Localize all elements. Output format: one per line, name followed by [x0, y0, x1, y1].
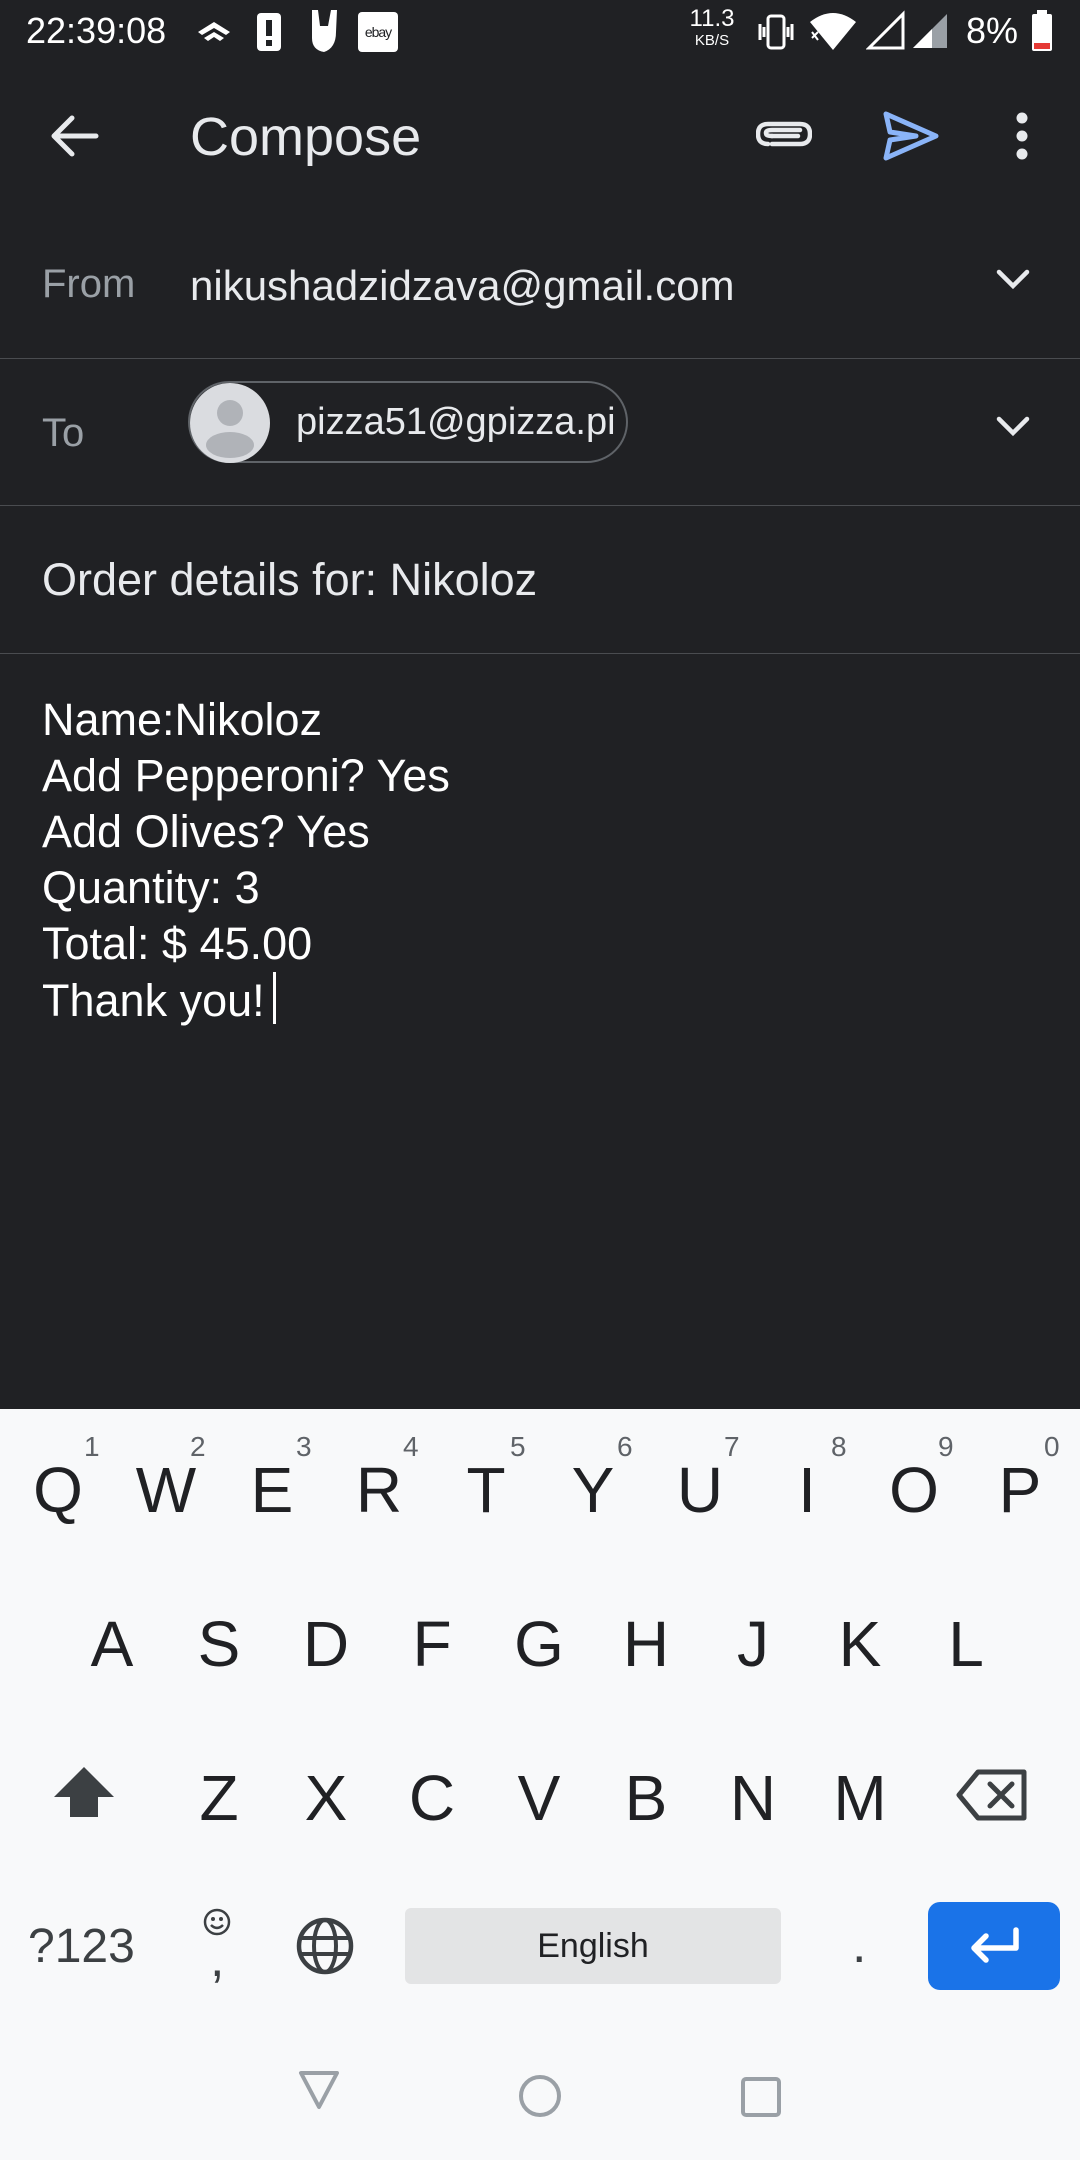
key-d[interactable]: D: [278, 1607, 374, 1681]
enter-icon: [966, 1926, 1022, 1971]
key-t[interactable]: T: [438, 1453, 534, 1527]
signal-icon: [865, 10, 906, 55]
subject-field[interactable]: Order details for: Nikoloz: [42, 554, 537, 606]
attach-icon[interactable]: [755, 114, 813, 163]
globe-icon[interactable]: [296, 1917, 354, 1980]
recipient-chip-label: pizza51@gpizza.pi: [296, 401, 616, 443]
comma-key[interactable]: ,: [210, 1929, 224, 1989]
battery-percent: 8%: [966, 10, 1019, 51]
vibrate-icon: [756, 12, 796, 57]
net-speed-value: 11.3: [689, 5, 735, 32]
net-speed-unit: KB/S: [694, 32, 730, 49]
key-n[interactable]: N: [705, 1761, 801, 1835]
key-g[interactable]: G: [491, 1607, 587, 1681]
space-bar[interactable]: English: [405, 1908, 781, 1984]
enter-button[interactable]: [928, 1902, 1060, 1990]
key-z[interactable]: Z: [171, 1761, 267, 1835]
to-row[interactable]: To pizza51@gpizza.pi: [0, 359, 1080, 506]
key-j[interactable]: J: [705, 1607, 801, 1681]
rock-hand-icon: [306, 8, 344, 59]
body-line: Add Olives? Yes: [42, 806, 370, 857]
navigation-bar: [0, 2040, 1080, 2160]
key-m[interactable]: M: [812, 1761, 908, 1835]
key-v[interactable]: V: [491, 1761, 587, 1835]
key-l[interactable]: L: [918, 1607, 1014, 1681]
from-label: From: [42, 262, 136, 306]
subject-row[interactable]: Order details for: Nikoloz: [0, 506, 1080, 654]
backspace-icon[interactable]: [956, 1769, 1028, 1826]
nav-recents-icon[interactable]: [740, 2076, 782, 2123]
key-hint: 7: [724, 1431, 740, 1462]
key-r[interactable]: R: [331, 1453, 427, 1527]
key-c[interactable]: C: [384, 1761, 480, 1835]
ebay-icon-label: ebay: [364, 24, 392, 40]
clock: 22:39:08: [26, 10, 167, 51]
wifi-icon: [808, 12, 858, 57]
chevron-down-icon[interactable]: [996, 268, 1030, 295]
body-line: Add Pepperoni? Yes: [42, 750, 450, 801]
status-bar: 22:39:08 ebay 11.3 KB/S 8%: [0, 0, 1080, 66]
nav-back-icon[interactable]: [298, 2070, 340, 2115]
key-hint: 5: [510, 1431, 526, 1462]
key-hint: 0: [1044, 1431, 1060, 1462]
chevron-down-icon[interactable]: [996, 415, 1030, 442]
message-body[interactable]: Name:Nikoloz Add Pepperoni? Yes Add Oliv…: [42, 692, 450, 1029]
key-w[interactable]: W: [118, 1453, 214, 1527]
key-hint: 9: [938, 1431, 954, 1462]
compose-toolbar: Compose: [0, 66, 1080, 206]
key-p[interactable]: P: [972, 1453, 1068, 1527]
send-icon[interactable]: [882, 110, 940, 167]
key-q[interactable]: Q: [10, 1453, 106, 1527]
key-y[interactable]: Y: [545, 1453, 641, 1527]
to-label: To: [42, 411, 85, 455]
recipient-chip[interactable]: pizza51@gpizza.pi: [188, 381, 628, 463]
space-bar-label: English: [537, 1927, 649, 1965]
key-x[interactable]: X: [278, 1761, 374, 1835]
from-field[interactable]: nikushadzidzava@gmail.com: [190, 262, 735, 310]
body-line: Name:Nikoloz: [42, 694, 323, 745]
key-h[interactable]: H: [598, 1607, 694, 1681]
body-line-text: Thank you!: [42, 975, 265, 1026]
symbols-key[interactable]: ?123: [28, 1919, 135, 1974]
key-hint: 1: [84, 1431, 100, 1462]
key-s[interactable]: S: [171, 1607, 267, 1681]
key-k[interactable]: K: [812, 1607, 908, 1681]
nav-home-icon[interactable]: [518, 2074, 562, 2123]
body-line: Total: $ 45.00: [42, 918, 313, 969]
key-hint: 6: [617, 1431, 633, 1462]
key-b[interactable]: B: [598, 1761, 694, 1835]
key-hint: 8: [831, 1431, 847, 1462]
net-speed: 11.3 KB/S: [686, 6, 738, 50]
battery-icon: [1030, 10, 1054, 57]
key-hint: 3: [296, 1431, 312, 1462]
more-vert-icon[interactable]: [1012, 112, 1032, 165]
key-hint: 2: [190, 1431, 206, 1462]
key-f[interactable]: F: [384, 1607, 480, 1681]
signal-icon-2: [910, 10, 950, 55]
key-u[interactable]: U: [652, 1453, 748, 1527]
back-arrow-icon[interactable]: [48, 112, 100, 165]
avatar-icon: [190, 383, 270, 463]
text-cursor: [272, 972, 276, 1024]
key-hint: 4: [403, 1431, 419, 1462]
period-key[interactable]: .: [852, 1915, 866, 1975]
body-line: Quantity: 3: [42, 862, 260, 913]
wifi-direct-icon: [196, 18, 232, 53]
from-row[interactable]: From nikushadzidzava@gmail.com: [0, 210, 1080, 359]
alert-icon: [256, 12, 282, 57]
page-title: Compose: [190, 107, 422, 167]
body-line-last: Thank you!: [42, 972, 450, 1029]
ebay-icon: ebay: [358, 12, 398, 52]
key-o[interactable]: O: [866, 1453, 962, 1527]
key-e[interactable]: E: [224, 1453, 320, 1527]
key-i[interactable]: I: [759, 1453, 855, 1527]
key-a[interactable]: A: [64, 1607, 160, 1681]
shift-icon[interactable]: [52, 1765, 116, 1826]
